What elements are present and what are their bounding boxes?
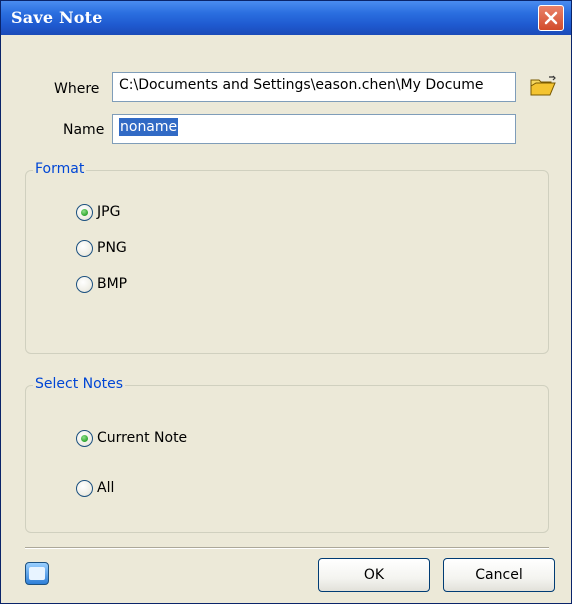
open-folder-icon[interactable] — [529, 75, 557, 99]
radio-label: JPG — [97, 204, 121, 220]
cancel-button[interactable]: Cancel — [443, 558, 555, 592]
keyboard-button[interactable] — [25, 562, 49, 585]
ok-button[interactable]: OK — [318, 558, 430, 592]
radio-button[interactable] — [76, 430, 93, 447]
where-value: C:\Documents and Settings\eason.chen\My … — [119, 77, 484, 93]
title-bar[interactable]: Save Note — [1, 1, 571, 35]
name-field[interactable]: noname — [112, 114, 516, 144]
radio-label: PNG — [97, 240, 127, 256]
name-value: noname — [119, 118, 179, 136]
format-group — [25, 170, 549, 354]
radio-button[interactable] — [76, 480, 93, 497]
radio-label: All — [97, 480, 115, 496]
radio-label: BMP — [97, 276, 128, 292]
radio-label: Current Note — [97, 430, 188, 446]
window-title: Save Note — [11, 8, 103, 27]
select-notes-legend: Select Notes — [33, 376, 126, 392]
close-icon — [544, 11, 558, 25]
save-note-dialog: Save Note Where C:\Documents and Setting… — [0, 0, 572, 604]
close-button[interactable] — [538, 5, 564, 31]
keyboard-icon — [29, 567, 45, 580]
format-legend: Format — [33, 161, 87, 177]
radio-button[interactable] — [76, 204, 93, 221]
where-field[interactable]: C:\Documents and Settings\eason.chen\My … — [112, 72, 516, 102]
select-notes-group — [25, 385, 549, 533]
radio-button[interactable] — [76, 240, 93, 257]
name-label: Name — [63, 122, 105, 138]
separator — [25, 547, 549, 549]
where-label: Where — [54, 81, 100, 97]
radio-button[interactable] — [76, 276, 93, 293]
